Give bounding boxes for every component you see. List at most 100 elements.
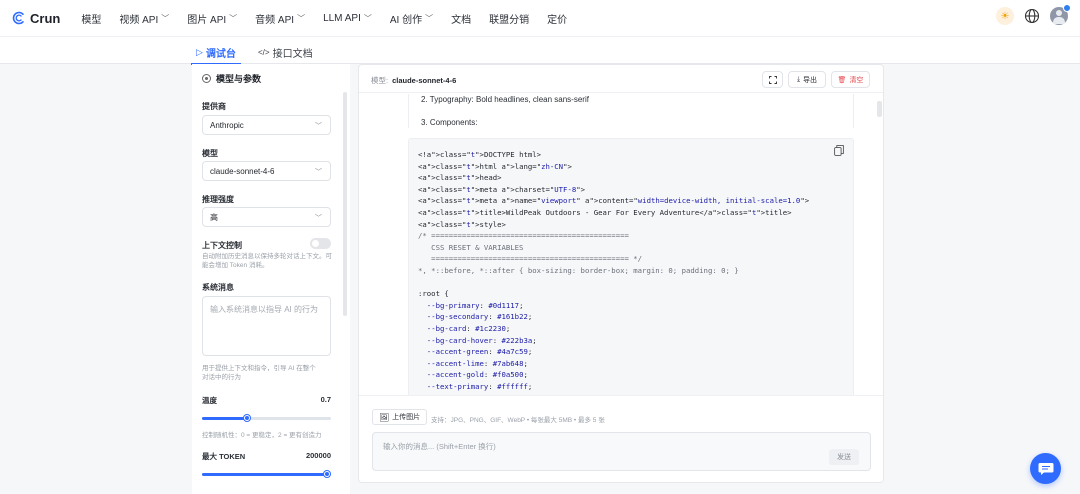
tab-docs-label: 接口文档 [272, 49, 313, 60]
sun-icon[interactable]: ☀ [996, 7, 1014, 25]
max-token-value: 200000 [305, 451, 331, 460]
chevron-down-icon: ﹀ [297, 13, 306, 23]
image-icon: 🖼 [379, 412, 390, 422]
temperature-slider[interactable] [202, 415, 331, 421]
nav-item[interactable]: 图片 API ﹀ [187, 11, 237, 26]
max-token-knob[interactable] [324, 471, 331, 477]
nav-item[interactable]: 定价 [547, 11, 567, 26]
download-icon: ⤓ [796, 75, 801, 83]
logo[interactable]: Crun [12, 11, 60, 26]
code-block: <!a">class="t">DOCTYPE html> <a">class="t… [408, 138, 854, 395]
message-input[interactable]: 输入你的消息... (Shift+Enter 换行) 发送 [372, 432, 871, 471]
provider-value: Anthropic [210, 120, 244, 130]
chat-scrollbar[interactable] [877, 101, 882, 117]
tab-debug[interactable]: ▷ 调试台 [196, 45, 236, 60]
code-line: :root { [418, 289, 449, 299]
model-indicator: 模型: claude-sonnet-4-6 [371, 75, 456, 86]
code-line: *, *::before, *::after { box-sizing: bor… [418, 265, 739, 275]
code-content: <!a">class="t">DOCTYPE html> <a">class="t… [418, 149, 809, 392]
nav-item[interactable]: LLM API ﹀ [323, 13, 372, 24]
copy-icon[interactable] [834, 145, 844, 156]
params-title: 模型与参数 [216, 74, 262, 84]
params-panel: 模型与参数 提供商 Anthropic ﹀ 模型 claude-sonnet-4… [192, 64, 350, 494]
play-icon: ▷ [196, 47, 203, 57]
code-line: /* =====================================… [418, 231, 629, 241]
avatar-body [1053, 17, 1065, 24]
chat-bubble-icon [1038, 462, 1053, 475]
code-line: --accent-lime: #7ab648; [426, 358, 528, 368]
params-header: 模型与参数 [202, 72, 261, 85]
nav-menu: 模型 视频 API ﹀ 图片 API ﹀ 音频 API ﹀ LLM API ﹀ AI 创作 ﹀ 文档联… [72, 11, 576, 26]
chevron-down-icon: ﹀ [315, 215, 322, 222]
code-line: <a">class="t">meta a">charset="UTF-8"> [418, 184, 586, 194]
nav-item-label: LLM API [323, 12, 361, 24]
reasoning-label: 推理强度 [202, 195, 234, 204]
code-line: --bg-secondary: #161b22; [426, 312, 533, 322]
chat-messages[interactable]: 2. Typography: Bold headlines, clean san… [359, 94, 883, 395]
params-scrollbar[interactable] [343, 92, 347, 316]
code-line: --bg-primary: #0d1117; [426, 300, 524, 310]
nav-item[interactable]: 文档 [451, 11, 471, 26]
temperature-label: 温度 [202, 396, 217, 405]
system-hint: 用于提供上下文和指令，引导 AI 在整个对话中的行为 [202, 365, 316, 381]
system-label: 系统消息 [202, 283, 234, 292]
fullscreen-button[interactable] [762, 71, 783, 88]
composer: 🖼 上传图片 支持：JPG、PNG、GIF、WebP • 每张最大 5MB • … [359, 395, 883, 482]
code-line: <!a">class="t">DOCTYPE html> [418, 150, 542, 159]
code-line: --bg-card: #1c2230; [426, 323, 511, 333]
export-button[interactable]: ⤓ 导出 [788, 71, 826, 88]
chevron-down-icon: ﹀ [229, 13, 238, 23]
upload-image-button[interactable]: 🖼 上传图片 [372, 409, 428, 425]
code-icon: </> [258, 48, 270, 57]
code-line: --accent-green: #4a7c59; [426, 347, 533, 357]
context-label: 上下文控制 [202, 241, 242, 250]
chevron-down-icon: ﹀ [315, 123, 322, 130]
temperature-value: 0.7 [320, 395, 331, 404]
provider-label: 提供商 [202, 102, 226, 111]
tab-docs[interactable]: </> 接口文档 [258, 45, 313, 60]
globe-icon[interactable] [1024, 8, 1040, 24]
send-button[interactable]: 发送 [829, 449, 859, 465]
max-token-fill [202, 473, 328, 476]
nav-right: ☀ [996, 4, 1071, 25]
max-token-label: 最大 TOKEN [202, 452, 246, 461]
support-chat-button[interactable] [1030, 453, 1061, 484]
export-label: 导出 [803, 76, 818, 84]
tab-bar: ▷ 调试台 </> 接口文档 [0, 36, 1080, 65]
temperature-knob[interactable] [244, 415, 251, 421]
reasoning-select[interactable]: 高 ﹀ [202, 207, 331, 227]
upload-hint: 支持：JPG、PNG、GIF、WebP • 每张最大 5MB • 最多 5 张 [431, 417, 605, 424]
nav-item-label: 文档 [451, 14, 472, 26]
message-placeholder: 输入你的消息... (Shift+Enter 换行) [383, 442, 496, 451]
nav-item[interactable]: 模型 [81, 11, 101, 26]
previous-message: 2. Typography: Bold headlines, clean san… [408, 94, 854, 128]
expand-icon [768, 75, 777, 84]
message-line: 2. Typography: Bold headlines, clean san… [421, 95, 589, 104]
nav-item[interactable]: 视频 API ﹀ [119, 11, 169, 26]
model-prefix: 模型: [371, 76, 389, 85]
provider-select[interactable]: Anthropic ﹀ [202, 115, 331, 135]
chat-panel: 模型: claude-sonnet-4-6 ⤓ 导出 🗑 清空 2. Typogr… [358, 64, 884, 483]
settings-icon [202, 74, 211, 83]
code-line: --text-primary: #ffffff; [426, 381, 533, 391]
code-line: <a">class="t">style> [418, 219, 506, 229]
upload-label: 上传图片 [392, 414, 421, 421]
nav-item[interactable]: 音频 API ﹀ [255, 11, 305, 26]
trash-icon: 🗑 [837, 76, 847, 84]
model-select[interactable]: claude-sonnet-4-6 ﹀ [202, 161, 331, 181]
code-line: <a">class="t">meta a">name="viewport" a"… [418, 196, 810, 206]
nav-item[interactable]: 联盟分销 [489, 11, 529, 26]
chat-header: 模型: claude-sonnet-4-6 ⤓ 导出 🗑 清空 [359, 65, 883, 93]
code-line: <a">class="t">html a">lang="zh-CN"> [418, 161, 572, 171]
context-toggle[interactable] [310, 238, 331, 249]
clear-button[interactable]: 🗑 清空 [831, 71, 870, 88]
nav-item[interactable]: AI 创作 ﹀ [390, 11, 433, 26]
chevron-down-icon: ﹀ [315, 169, 322, 176]
avatar[interactable] [1050, 4, 1071, 25]
model-value: claude-sonnet-4-6 [210, 166, 275, 176]
nav-item-label: 音频 API [255, 14, 295, 26]
system-message-input[interactable]: 输入系统消息以指导 AI 的行为 [202, 296, 331, 356]
model-label: 模型 [202, 149, 218, 158]
max-token-slider[interactable] [202, 471, 331, 477]
